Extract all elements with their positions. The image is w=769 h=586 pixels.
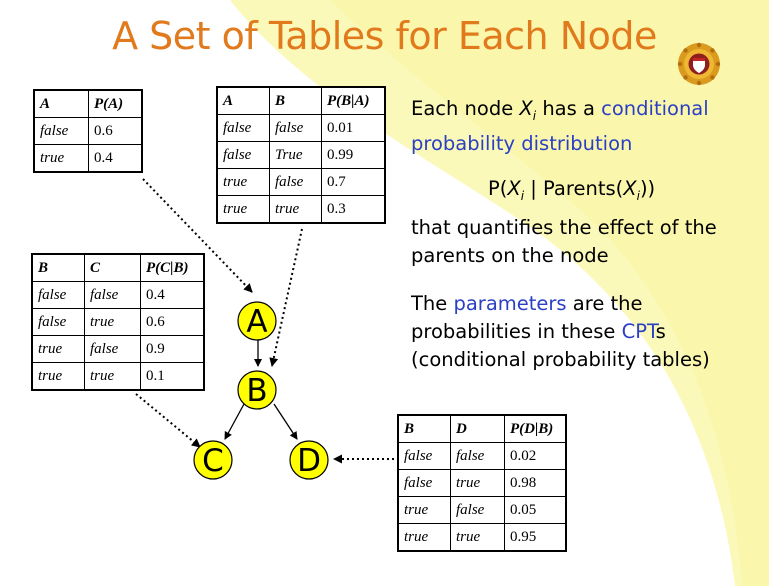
node-a-label: A [246,304,267,340]
node-d: D [289,440,329,480]
paragraph-cpd-definition: Each node Xi has a conditional probabili… [411,95,741,158]
edge-b-d [273,403,298,440]
pointer-table-a [142,178,253,293]
text-segment: P( [488,177,508,200]
node-c-label: C [202,443,224,479]
edge-b-c [224,403,245,440]
text-segment: The [411,292,454,315]
node-b: B [237,370,277,410]
text-segment: Each node [411,97,520,120]
node-a: A [237,301,277,341]
pointer-table-c [135,393,201,448]
variable-x: X [507,177,521,200]
pointer-table-b [269,228,303,367]
variable-x: X [519,97,533,120]
formula-p-xi-parents: P(Xi | Parents(Xi)) [488,175,738,210]
node-d-label: D [297,443,321,479]
text-segment: )) [639,177,656,200]
text-segment: that quantifies the effect of the parent… [411,216,717,267]
term-cpt: CPT [621,320,656,343]
paragraph-quantifies-effect: that quantifies the effect of the parent… [411,214,751,270]
variable-x: X [623,177,637,200]
node-c: C [193,440,233,480]
term-parameters: parameters [453,292,567,315]
text-segment: has a [536,97,602,120]
paragraph-parameters: The parameters are the probabilities in … [411,290,751,374]
text-segment: | Parents( [524,177,624,200]
node-b-label: B [246,373,267,409]
